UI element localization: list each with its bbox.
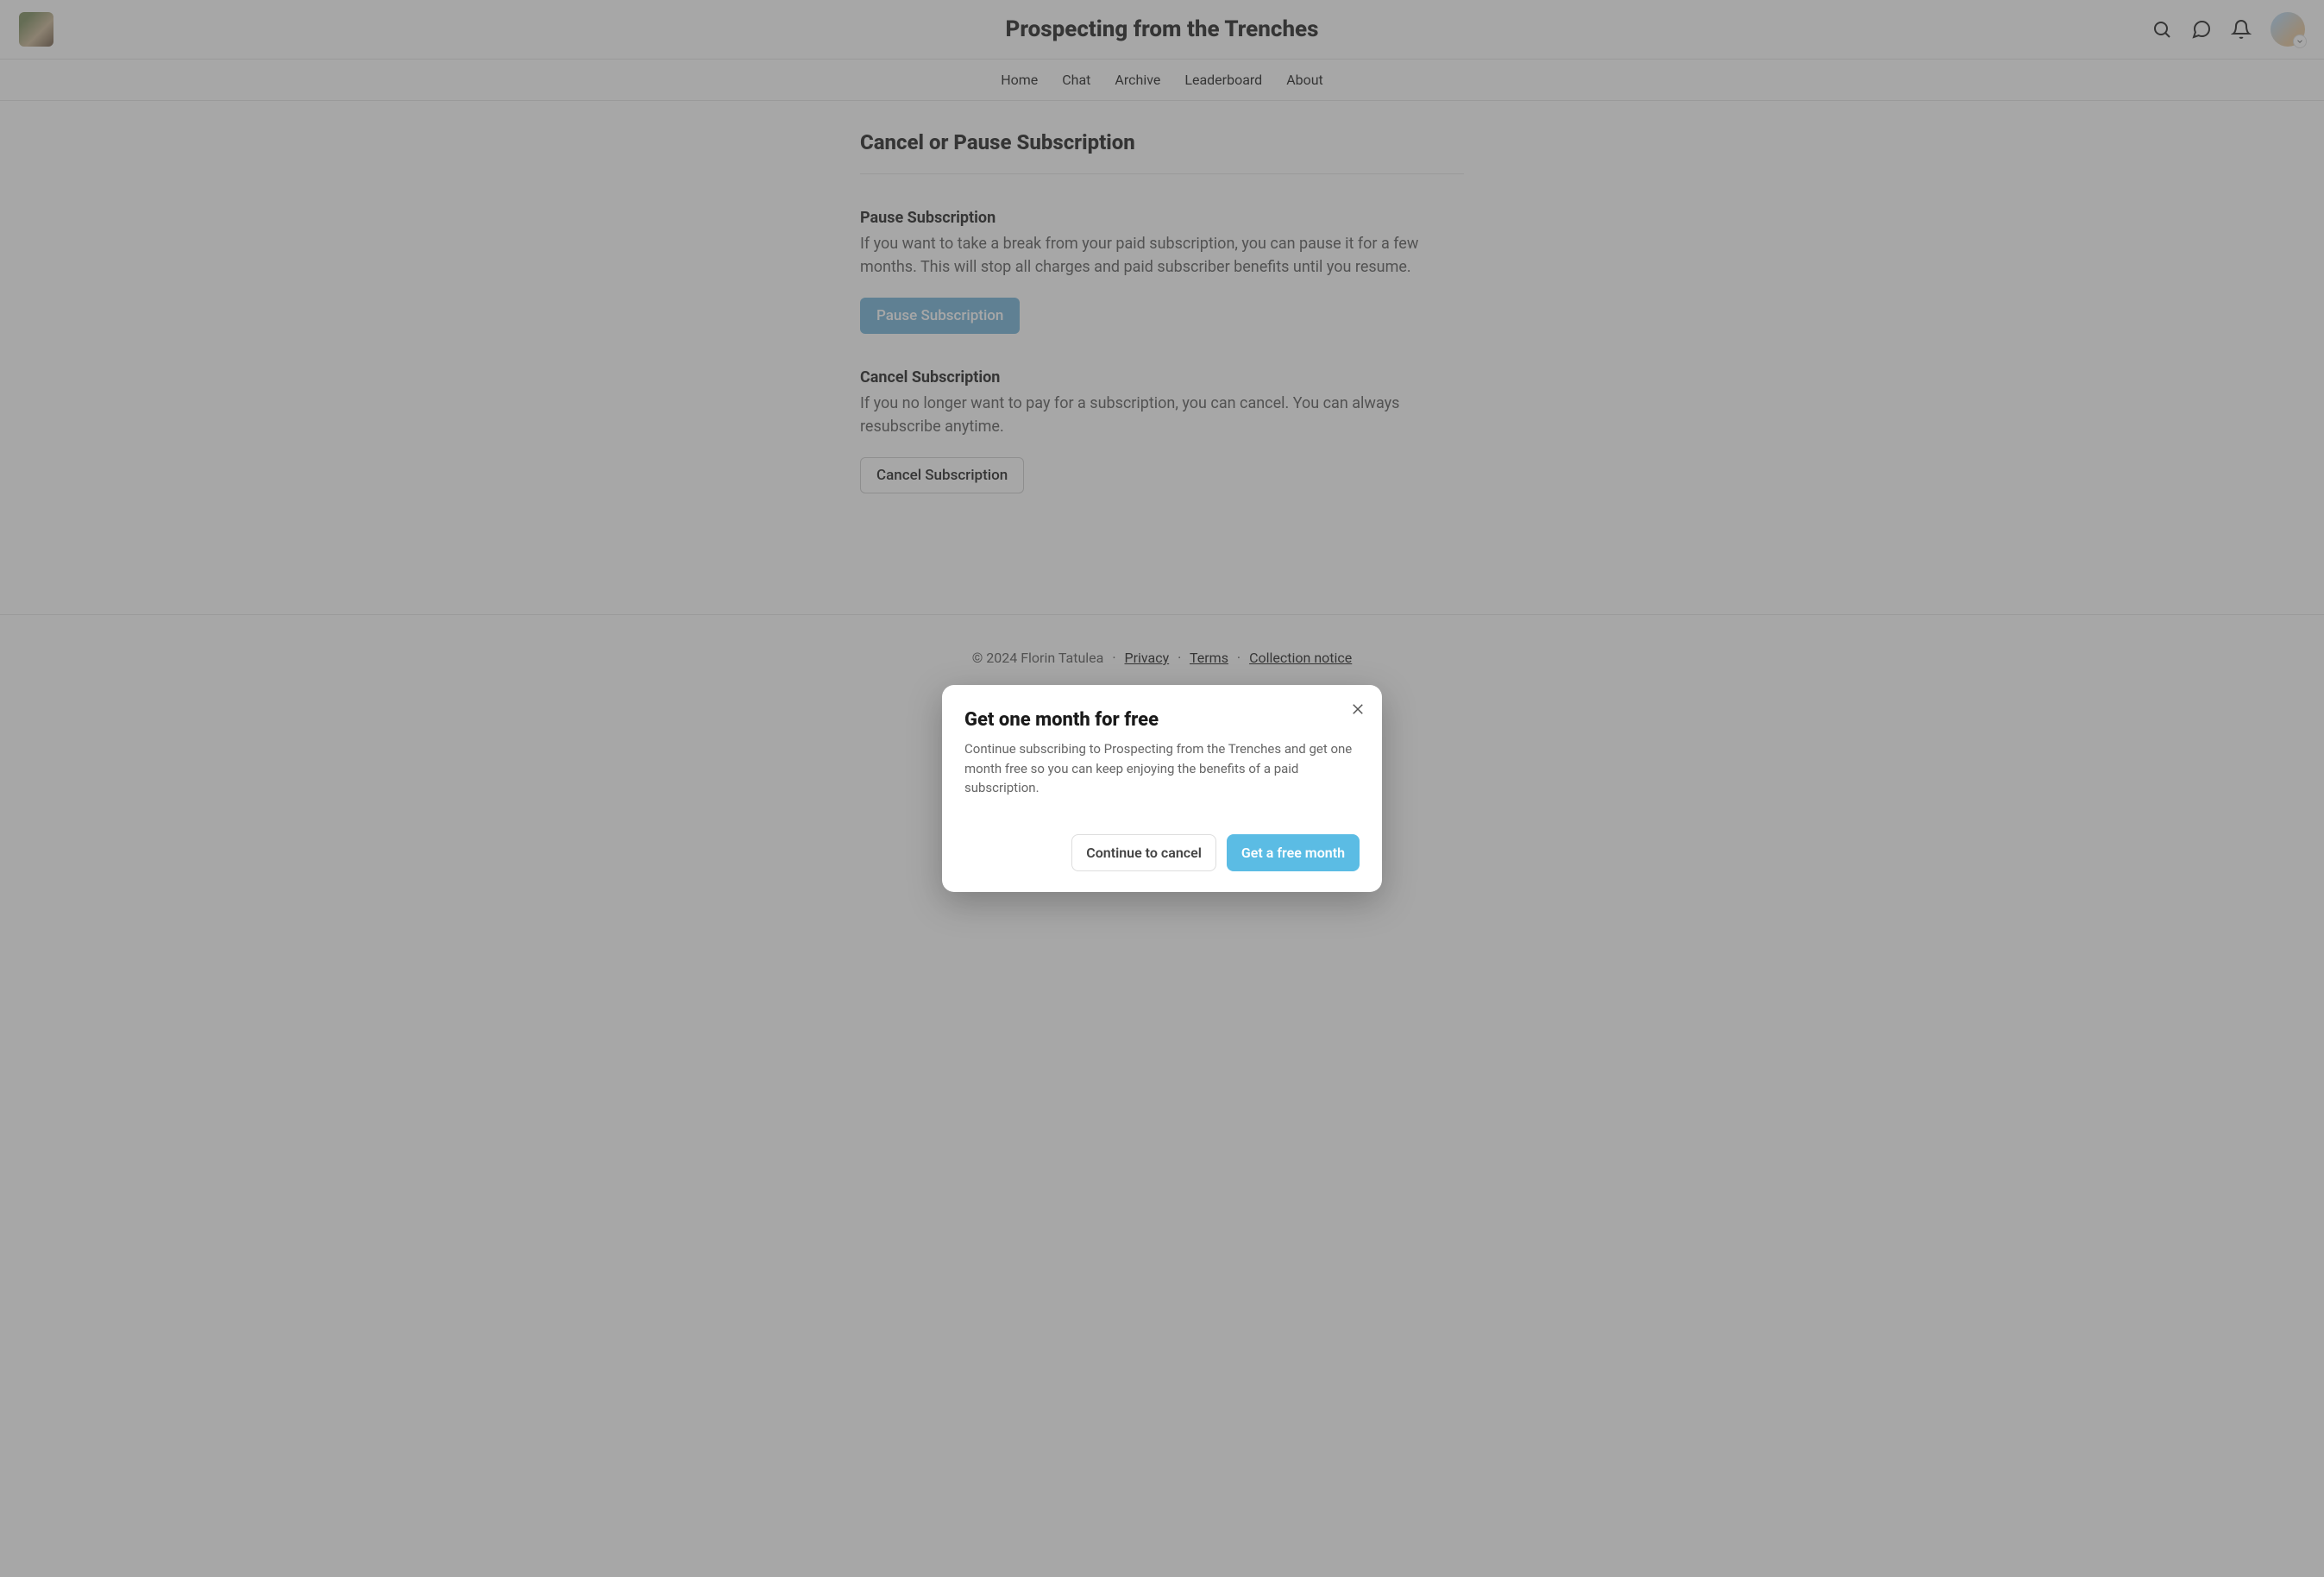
modal-body: Continue subscribing to Prospecting from… [964,739,1360,798]
modal-title: Get one month for free [964,709,1360,731]
free-month-modal: Get one month for free Continue subscrib… [942,685,1382,892]
modal-overlay: Get one month for free Continue subscrib… [0,0,2324,1577]
continue-to-cancel-button[interactable]: Continue to cancel [1071,834,1216,871]
get-free-month-button[interactable]: Get a free month [1227,834,1360,871]
close-icon[interactable] [1347,699,1368,719]
